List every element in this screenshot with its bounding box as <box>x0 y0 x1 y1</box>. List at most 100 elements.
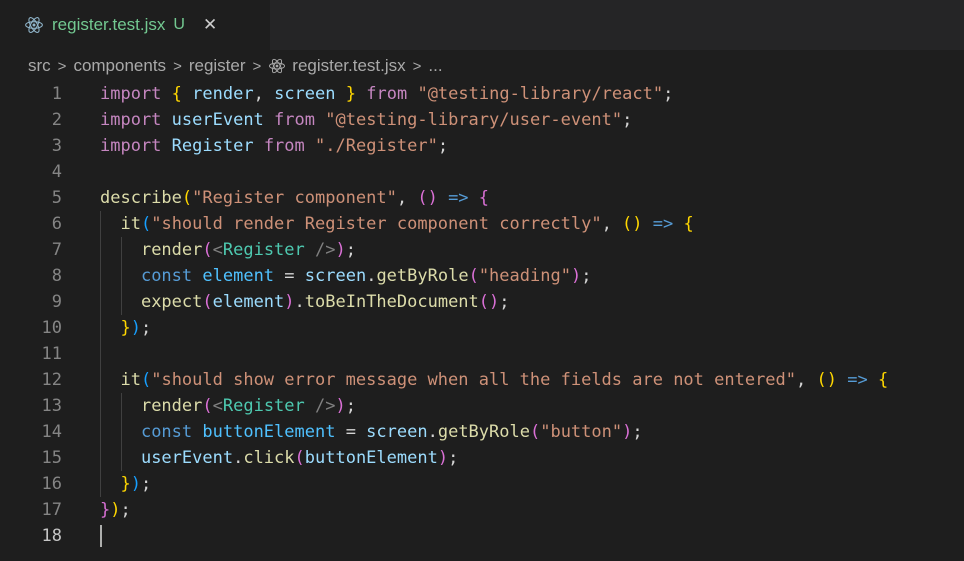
code-token: render <box>140 396 203 416</box>
code-token: "@testing-library/user-event" <box>325 110 623 130</box>
code-token: . <box>427 422 438 442</box>
code-token: < <box>212 396 223 416</box>
text-cursor <box>100 525 102 547</box>
code-line: 14 const buttonElement = screen.getByRol… <box>0 419 964 445</box>
code-token: /> <box>315 240 336 260</box>
code-token: getByRole <box>437 422 530 442</box>
breadcrumb-components[interactable]: components <box>73 56 166 76</box>
code-token: const <box>140 422 193 442</box>
react-icon <box>269 58 286 74</box>
code-line: 9 expect(element).toBeInTheDocument(); <box>0 289 964 315</box>
code-token: Register <box>222 240 305 260</box>
code-token: ; <box>120 500 131 520</box>
code-line: 4 <box>0 159 964 185</box>
code-token: import <box>100 110 162 130</box>
code-text: render(<Register />); <box>100 393 356 419</box>
code-token: ) <box>437 448 449 468</box>
code-token: from <box>274 110 315 130</box>
code-token: ( <box>202 240 213 260</box>
code-text: import userEvent from "@testing-library/… <box>100 107 632 133</box>
line-number: 7 <box>51 240 62 260</box>
code-token: ; <box>345 396 356 416</box>
code-token: ; <box>345 240 356 260</box>
code-token: } <box>345 84 356 104</box>
react-icon <box>25 17 43 33</box>
code-token: click <box>243 448 295 468</box>
code-token: ( <box>140 214 152 234</box>
code-token: => <box>847 370 868 390</box>
code-token: it <box>120 370 141 390</box>
code-token: screen <box>274 84 336 104</box>
code-token: => <box>448 188 469 208</box>
breadcrumb-src[interactable]: src <box>28 56 51 76</box>
code-line: 1 import { render, screen } from "@testin… <box>0 81 964 107</box>
chevron-right-icon: > <box>412 57 422 75</box>
code-editor[interactable]: 1 import { render, screen } from "@testin… <box>0 81 964 561</box>
code-token: ( <box>202 396 213 416</box>
line-number: 10 <box>41 318 62 338</box>
code-token: userEvent <box>171 110 264 130</box>
breadcrumb-register[interactable]: register <box>189 56 246 76</box>
code-token: . <box>233 448 244 468</box>
code-text: const element = screen.getByRole("headin… <box>100 263 591 289</box>
code-line: 15 userEvent.click(buttonElement); <box>0 445 964 471</box>
code-token: = <box>274 266 305 286</box>
code-token: describe <box>100 188 182 208</box>
chevron-right-icon: > <box>57 57 67 75</box>
breadcrumb-file[interactable]: register.test.jsx <box>292 56 405 76</box>
code-token: buttonElement <box>304 448 438 468</box>
tab-register-test[interactable]: register.test.jsx U ✕ <box>0 0 270 50</box>
code-token: "@testing-library/react" <box>417 84 664 104</box>
line-number: 17 <box>41 500 62 520</box>
code-line: 18 <box>0 523 964 549</box>
code-token: ( <box>140 370 152 390</box>
code-token: , <box>601 214 623 234</box>
code-token: => <box>652 214 674 234</box>
code-token: ; <box>581 266 592 286</box>
line-number: 11 <box>41 344 62 364</box>
close-icon[interactable]: ✕ <box>203 15 217 35</box>
code-token: { <box>171 84 182 104</box>
code-token: expect <box>140 292 203 312</box>
code-token: ( <box>181 188 193 208</box>
code-token: ( <box>294 448 305 468</box>
code-text: import Register from "./Register"; <box>100 133 448 159</box>
code-token: "button" <box>540 422 623 442</box>
code-token: ; <box>622 110 633 130</box>
breadcrumb: src > components > register > register.t… <box>0 50 964 82</box>
code-token: () <box>622 214 643 234</box>
code-line: 16 }); <box>0 471 964 497</box>
code-token: "./Register" <box>315 136 438 156</box>
code-token: { <box>877 370 889 390</box>
code-token: "heading" <box>478 266 571 286</box>
code-token: < <box>212 240 223 260</box>
breadcrumb-symbols[interactable]: ... <box>428 56 442 76</box>
code-token: getByRole <box>376 266 469 286</box>
code-line: 17}); <box>0 497 964 523</box>
code-text: expect(element).toBeInTheDocument(); <box>100 289 510 315</box>
code-token: render <box>192 84 254 104</box>
code-text: import { render, screen } from "@testing… <box>100 81 673 107</box>
code-token: ; <box>499 292 510 312</box>
line-number: 6 <box>51 214 62 234</box>
line-number: 2 <box>51 110 62 130</box>
code-token: ( <box>468 266 479 286</box>
code-token: ) <box>130 474 141 494</box>
code-line: 2 import userEvent from "@testing-library… <box>0 107 964 133</box>
code-token: it <box>120 214 141 234</box>
code-token: ; <box>140 318 152 338</box>
code-token: ( <box>529 422 541 442</box>
code-line: 10 }); <box>0 315 964 341</box>
code-text: render(<Register />); <box>100 237 356 263</box>
code-token: ; <box>140 474 152 494</box>
code-token: "Register component" <box>192 188 397 208</box>
